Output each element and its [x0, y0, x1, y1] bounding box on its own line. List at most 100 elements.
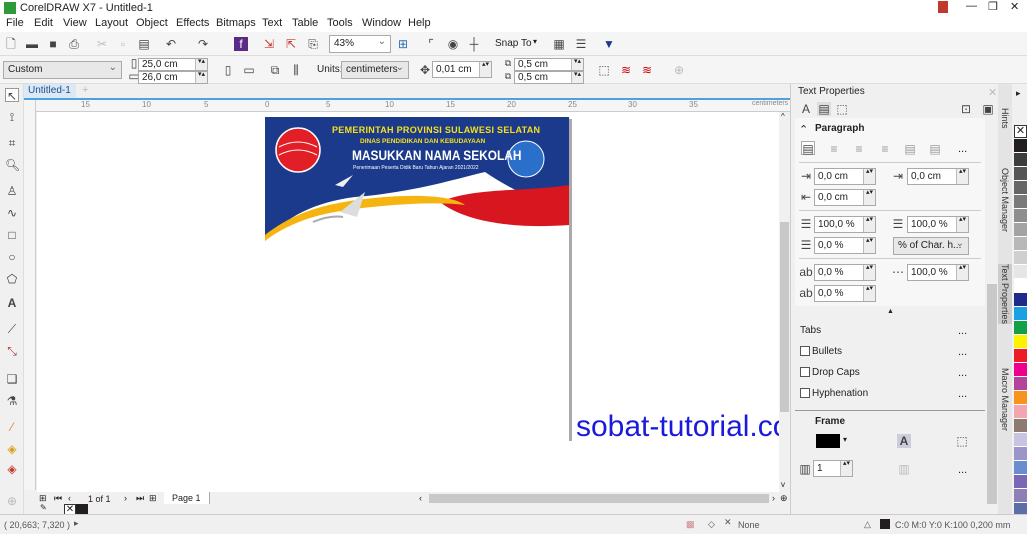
color-swatch[interactable]: [1014, 293, 1027, 307]
palette-flyout-icon[interactable]: ▸: [1016, 88, 1021, 99]
pick-tool-icon[interactable]: ↖: [5, 88, 19, 103]
parallel-dimension-icon[interactable]: ⟋: [5, 322, 19, 336]
redo-icon[interactable]: ↷: [196, 37, 210, 51]
all-pages-icon[interactable]: ⧉: [268, 63, 282, 77]
shape-tool-icon[interactable]: ⟟: [5, 110, 19, 124]
line-spacing-field[interactable]: 100,0 % ▴▾: [907, 216, 969, 233]
color-swatch[interactable]: [1014, 475, 1027, 489]
units-select[interactable]: centimeters: [341, 60, 409, 79]
columns-field[interactable]: 1 ▴▾: [813, 460, 853, 477]
nudge-distance-field[interactable]: 0,01 cm ▴▾: [432, 61, 492, 78]
align-center-icon[interactable]: ≡: [852, 142, 866, 156]
color-swatch[interactable]: [1014, 265, 1027, 279]
eyedropper-icon[interactable]: ✎: [40, 503, 47, 512]
color-swatch[interactable]: [1014, 489, 1027, 503]
color-swatch[interactable]: [1014, 237, 1027, 251]
word-spacing-field[interactable]: 100,0 % ▴▾: [907, 264, 969, 281]
align-left-icon[interactable]: ≡: [827, 142, 841, 156]
tab-untitled-1[interactable]: Untitled-1: [24, 84, 76, 98]
docker-tab-macro-manager[interactable]: Macro Manager: [998, 368, 1012, 431]
docker-tab-text-properties[interactable]: Text Properties: [998, 264, 1012, 325]
new-icon[interactable]: 🗋: [4, 37, 18, 51]
color-swatch[interactable]: [1014, 153, 1027, 167]
color-swatch[interactable]: [1014, 377, 1027, 391]
portrait-icon[interactable]: ▯: [221, 63, 235, 77]
character-tab-icon[interactable]: A: [799, 102, 813, 116]
snap-to-dropdown-icon[interactable]: ▾: [533, 37, 537, 46]
menu-object[interactable]: Object: [136, 17, 168, 29]
docker-close-icon[interactable]: ✕: [988, 86, 997, 99]
menu-window[interactable]: Window: [362, 17, 401, 29]
menu-bitmaps[interactable]: Bitmaps: [216, 17, 256, 29]
cut-icon[interactable]: ✂: [95, 37, 109, 51]
banner-design[interactable]: PEMERINTAH PROVINSI SULAWESI SELATAN DIN…: [265, 117, 569, 241]
color-swatch[interactable]: [1014, 223, 1027, 237]
color-swatch[interactable]: [1014, 349, 1027, 363]
duplicate-x-field[interactable]: 0,5 cm ▾▴: [514, 58, 584, 71]
first-line-indent-spinner[interactable]: ▴▾: [956, 168, 968, 184]
first-line-indent-field[interactable]: 0,0 cm ▴▾: [907, 168, 969, 185]
color-swatch[interactable]: [1014, 419, 1027, 433]
drop-caps-more-button[interactable]: ...: [958, 367, 967, 379]
play-icon[interactable]: ▸: [74, 518, 79, 529]
column-settings-icon[interactable]: ▥: [897, 462, 911, 476]
frame-more-button[interactable]: ...: [958, 464, 967, 476]
bullets-more-button[interactable]: ...: [958, 346, 967, 358]
crop-tool-icon[interactable]: ⌗: [5, 136, 19, 150]
transparency-icon[interactable]: ⚗: [5, 394, 19, 408]
page-height-field[interactable]: 26,0 cm ▾▴: [138, 71, 208, 84]
save-icon[interactable]: ■: [46, 37, 60, 51]
menu-edit[interactable]: Edit: [34, 17, 53, 29]
color-swatch[interactable]: [1014, 307, 1027, 321]
menu-tools[interactable]: Tools: [327, 17, 353, 29]
color-swatch[interactable]: [1014, 251, 1027, 265]
zoom-level-select[interactable]: 43%: [329, 34, 391, 53]
right-indent-spinner[interactable]: ▴▾: [863, 189, 875, 205]
snap-to-button[interactable]: Snap To: [495, 38, 532, 49]
guidelines-icon[interactable]: ┼: [467, 37, 481, 51]
character-spacing-field[interactable]: 0,0 % ▴▾: [814, 264, 876, 281]
frame-color-dropdown-icon[interactable]: ▾: [843, 435, 847, 444]
add-icon[interactable]: ⊕: [672, 63, 686, 77]
horizontal-scroll-thumb[interactable]: [429, 494, 769, 503]
collapse-icon[interactable]: ⌃: [799, 123, 808, 136]
add-tool-icon[interactable]: ⊕: [5, 494, 19, 508]
polygon-tool-icon[interactable]: ⬠: [5, 272, 19, 286]
color-swatch[interactable]: [1014, 433, 1027, 447]
before-paragraph-field[interactable]: 100,0 % ▴▾: [814, 216, 876, 233]
horizontal-ruler[interactable]: 15 10 5 0 5 10 15 20 25 30 35 centimeter…: [36, 100, 790, 112]
connector-tool-icon[interactable]: ⤡: [5, 344, 19, 358]
language-spacing-spinner[interactable]: ▴▾: [863, 285, 875, 301]
open-icon[interactable]: ▬: [25, 37, 39, 51]
docker-scrollbar[interactable]: [987, 284, 997, 504]
page-width-spinner[interactable]: ▾▴: [195, 58, 207, 70]
color-swatch[interactable]: [1014, 363, 1027, 377]
next-page-icon[interactable]: ›: [124, 493, 127, 503]
spacing-units-select[interactable]: % of Char. h...: [893, 236, 969, 255]
scroll-down-icon[interactable]: v: [781, 480, 785, 489]
application-launcher-icon[interactable]: ☰: [574, 37, 588, 51]
treat-as-filled-icon[interactable]: ≋: [619, 63, 633, 77]
after-paragraph-spinner[interactable]: ▴▾: [863, 237, 875, 253]
publish-pdf-icon[interactable]: ⎘: [306, 37, 320, 51]
color-swatch[interactable]: [1014, 167, 1027, 181]
color-swatch[interactable]: [1014, 447, 1027, 461]
duplicate-y-spinner[interactable]: ▾▴: [571, 71, 583, 83]
right-indent-field[interactable]: 0,0 cm ▴▾: [814, 189, 876, 206]
frame-tab-icon[interactable]: ⬚: [835, 102, 849, 116]
color-swatch[interactable]: [1014, 279, 1027, 293]
view-icon[interactable]: ◉: [446, 37, 460, 51]
color-swatch[interactable]: [1014, 391, 1027, 405]
last-page-icon[interactable]: ⏭: [136, 493, 144, 504]
menu-effects[interactable]: Effects: [176, 17, 209, 29]
drop-caps-checkbox[interactable]: [800, 367, 810, 377]
frame-background-color[interactable]: [816, 434, 840, 448]
ellipse-tool-icon[interactable]: ○: [5, 250, 19, 264]
more-align-button[interactable]: ...: [958, 143, 967, 155]
after-paragraph-field[interactable]: 0,0 % ▴▾: [814, 237, 876, 254]
fit-frame-icon[interactable]: ⬚: [955, 434, 969, 448]
add-page-after-icon[interactable]: ⊞: [149, 493, 157, 504]
import-icon[interactable]: ⇲: [262, 37, 276, 51]
force-justify-icon[interactable]: ▤: [928, 142, 942, 156]
drop-shadow-icon[interactable]: ❑: [5, 372, 19, 386]
